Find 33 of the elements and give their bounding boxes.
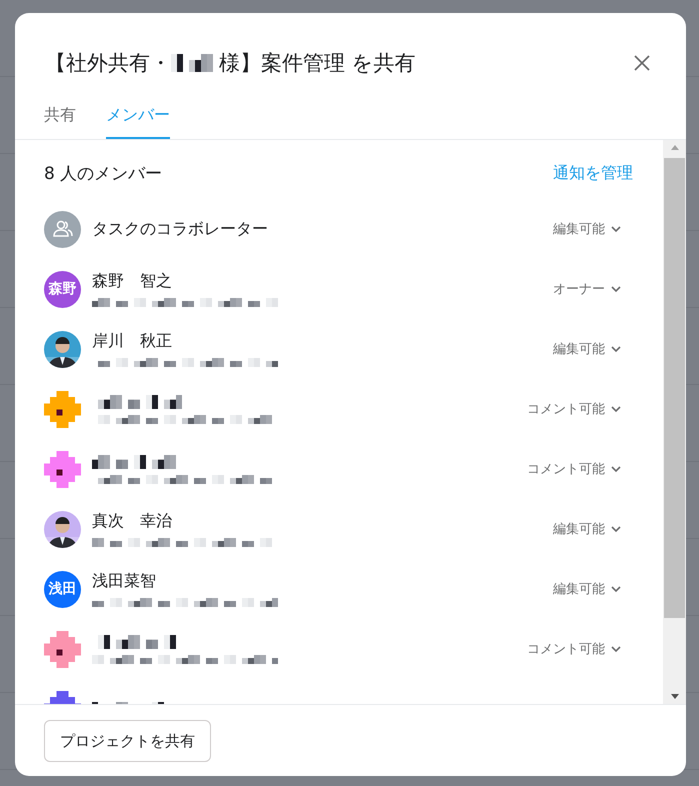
role-dropdown[interactable]: コメント可能 bbox=[527, 640, 621, 658]
chevron-down-icon bbox=[611, 466, 621, 472]
avatar: 森野 bbox=[44, 270, 81, 308]
share-project-button[interactable]: プロジェクトを共有 bbox=[44, 720, 211, 762]
role-dropdown[interactable]: コメント可能 bbox=[527, 460, 621, 478]
chevron-down-icon bbox=[611, 586, 621, 592]
tab[interactable]: 共有 bbox=[44, 99, 76, 139]
chevron-down-icon bbox=[611, 226, 621, 232]
chevron-down-icon bbox=[611, 286, 621, 292]
role-dropdown[interactable]: 編集可能 bbox=[553, 340, 621, 358]
avatar: 浅田 bbox=[44, 570, 81, 608]
chevron-down-icon bbox=[611, 406, 621, 412]
member-name: 真次 幸治 bbox=[92, 511, 173, 532]
dialog-title: 様】案件管理 を共有 bbox=[219, 50, 416, 77]
member-name: 浅田菜智 bbox=[92, 571, 157, 592]
role-dropdown[interactable]: コメント可能 bbox=[527, 400, 621, 418]
tab[interactable]: メンバー bbox=[106, 99, 170, 139]
close-button[interactable] bbox=[632, 53, 652, 73]
member-count: 8 人のメンバー bbox=[44, 163, 162, 185]
member-name: 森野 智之 bbox=[92, 271, 173, 292]
role-dropdown[interactable]: オーナー bbox=[553, 280, 621, 298]
member-name: タスクのコラボレーター bbox=[92, 218, 269, 240]
role-dropdown[interactable]: 編集可能 bbox=[553, 220, 621, 238]
scrollbar[interactable] bbox=[663, 140, 686, 704]
chevron-down-icon bbox=[611, 346, 621, 352]
dialog-title: 【社外共有・ bbox=[45, 50, 171, 77]
role-dropdown[interactable]: 編集可能 bbox=[553, 520, 621, 538]
role-dropdown[interactable]: 編集可能 bbox=[553, 580, 621, 598]
member-name: 岸川 秋正 bbox=[92, 331, 173, 352]
manage-notifications-link[interactable]: 通知を管理 bbox=[553, 163, 633, 184]
group-avatar-icon bbox=[44, 210, 81, 248]
chevron-down-icon bbox=[611, 646, 621, 652]
chevron-down-icon bbox=[611, 526, 621, 532]
